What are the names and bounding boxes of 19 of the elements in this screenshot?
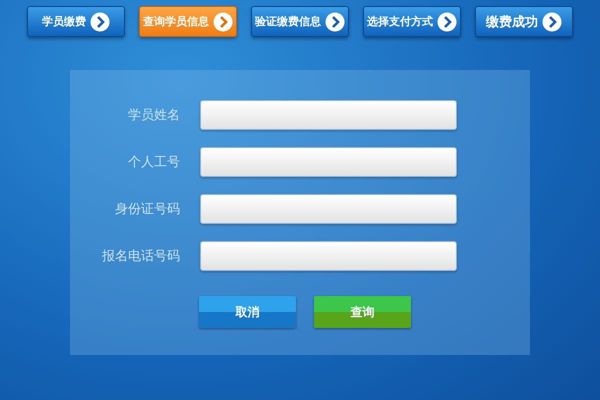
step-tab[interactable]: 缴费成功 bbox=[475, 6, 573, 37]
step-tab[interactable]: 查询学员信息 bbox=[139, 6, 237, 37]
search-button[interactable]: 查询 bbox=[314, 296, 411, 328]
chevron-circle-icon bbox=[90, 12, 110, 32]
chevron-circle-icon bbox=[325, 12, 345, 32]
step-tab[interactable]: 学员缴费 bbox=[27, 6, 125, 37]
chevron-circle-icon bbox=[213, 12, 233, 32]
step-tab[interactable]: 选择支付方式 bbox=[363, 6, 461, 37]
cancel-button[interactable]: 取消 bbox=[199, 296, 296, 328]
input-field[interactable] bbox=[200, 147, 457, 177]
field-label: 报名电话号码 bbox=[101, 248, 181, 265]
input-field[interactable] bbox=[200, 100, 457, 130]
input-field[interactable] bbox=[200, 194, 457, 224]
field-label: 学员姓名 bbox=[127, 107, 181, 124]
chevron-circle-icon bbox=[437, 12, 457, 32]
step-tab[interactable]: 验证缴费信息 bbox=[251, 6, 349, 37]
field-label: 个人工号 bbox=[127, 154, 181, 171]
input-field[interactable] bbox=[200, 241, 457, 271]
field-label: 身份证号码 bbox=[114, 201, 181, 218]
